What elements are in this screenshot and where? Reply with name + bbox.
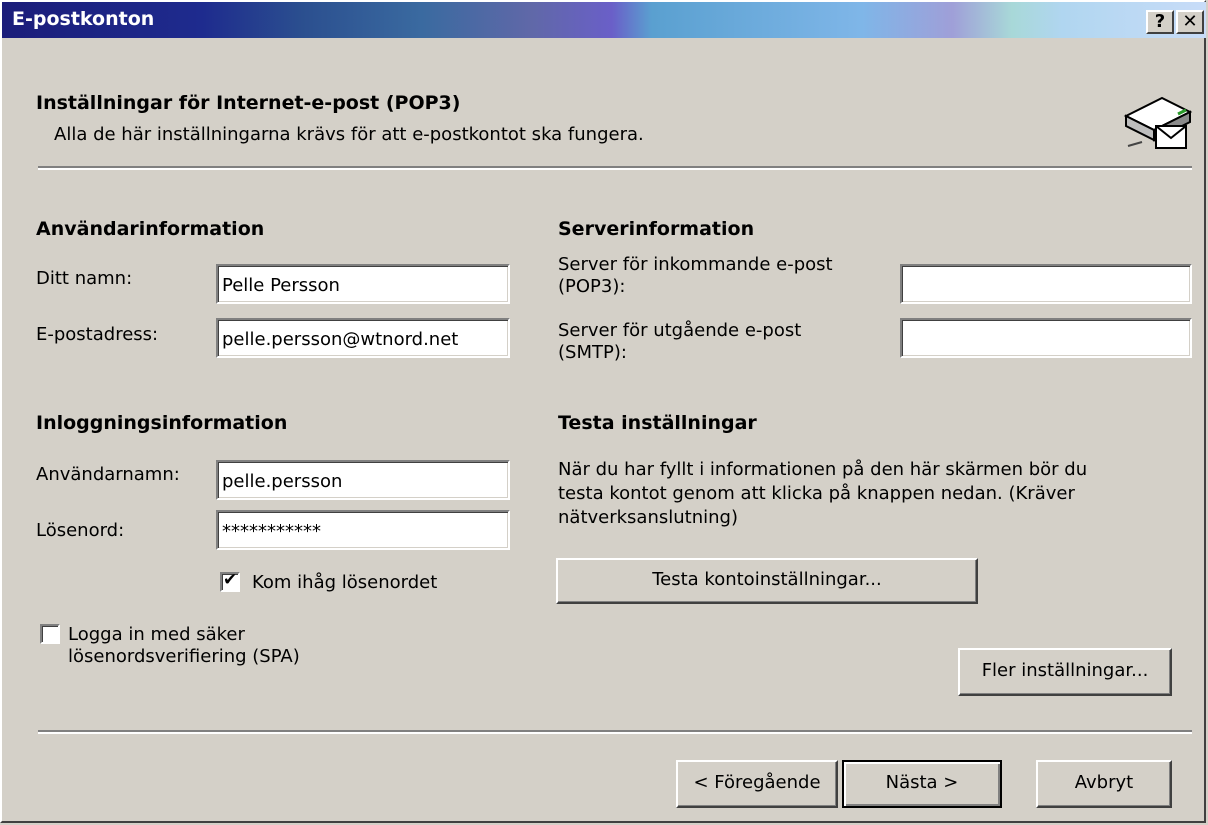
- page-subtitle: Alla de här inställningarna krävs för at…: [54, 124, 644, 145]
- window-title: E-postkonton: [12, 8, 155, 30]
- incoming-server-label-line1: Server för inkommande e-post: [558, 254, 833, 275]
- title-bar: E-postkonton ? ✕: [2, 2, 1206, 38]
- mail-server-icon: [1123, 96, 1193, 149]
- incoming-server-label: Server för inkommande e-post (POP3):: [558, 254, 833, 298]
- spa-label-line1: Logga in med säker: [68, 624, 245, 645]
- test-text-line2: testa kontot genom att klicka på knappen…: [558, 483, 1075, 504]
- page-title: Inställningar för Internet-e-post (POP3): [36, 92, 461, 114]
- checkmark-icon: ✔: [223, 570, 238, 590]
- spa-label-line2: lösenordsverifiering (SPA): [68, 646, 300, 667]
- test-settings-text: När du har fyllt i informationen på den …: [558, 458, 1087, 530]
- server-info-heading: Serverinformation: [558, 218, 755, 240]
- cancel-button[interactable]: Avbryt: [1036, 760, 1172, 808]
- password-value: ***********: [222, 521, 321, 542]
- test-text-line3: nätverksanslutning): [558, 507, 738, 528]
- remember-password-label: Kom ihåg lösenordet: [252, 572, 438, 593]
- outgoing-server-label: Server för utgående e-post (SMTP):: [558, 320, 801, 364]
- login-info-heading: Inloggningsinformation: [36, 412, 288, 434]
- email-label: E-postadress:: [36, 324, 159, 345]
- name-label: Ditt namn:: [36, 268, 133, 289]
- password-field[interactable]: ***********: [216, 510, 510, 550]
- username-value: pelle.persson: [222, 471, 343, 492]
- remember-password-checkbox[interactable]: ✔: [220, 570, 240, 592]
- help-button[interactable]: ?: [1146, 10, 1174, 34]
- password-label: Lösenord:: [36, 520, 125, 541]
- next-button[interactable]: Nästa >: [842, 760, 1002, 808]
- test-text-line1: När du har fyllt i informationen på den …: [558, 459, 1088, 480]
- close-icon: ✕: [1182, 11, 1198, 32]
- back-button[interactable]: < Föregående: [676, 760, 838, 808]
- footer-divider: [38, 730, 1192, 734]
- spa-checkbox[interactable]: [40, 624, 60, 644]
- user-info-heading: Användarinformation: [36, 218, 265, 240]
- name-field[interactable]: Pelle Persson: [216, 264, 510, 304]
- spa-label: Logga in med säker lösenordsverifiering …: [68, 624, 300, 668]
- more-settings-button[interactable]: Fler inställningar...: [958, 648, 1172, 696]
- outgoing-server-label-line1: Server för utgående e-post: [558, 320, 802, 341]
- test-account-button[interactable]: Testa kontoinställningar...: [556, 558, 978, 604]
- test-settings-heading: Testa inställningar: [558, 412, 757, 434]
- account-dialog: E-postkonton ? ✕ Inställningar för Inter…: [0, 0, 1206, 823]
- help-icon: ?: [1154, 11, 1166, 32]
- email-field[interactable]: pelle.persson@wtnord.net: [216, 318, 510, 358]
- incoming-server-label-line2: (POP3):: [558, 276, 626, 297]
- header-divider: [38, 166, 1192, 170]
- outgoing-server-field[interactable]: [900, 318, 1192, 358]
- outgoing-server-label-line2: (SMTP):: [558, 342, 627, 363]
- username-field[interactable]: pelle.persson: [216, 460, 510, 500]
- name-value: Pelle Persson: [222, 275, 340, 296]
- email-value: pelle.persson@wtnord.net: [222, 329, 459, 350]
- username-label: Användarnamn:: [36, 464, 180, 485]
- incoming-server-field[interactable]: [900, 264, 1192, 304]
- close-button[interactable]: ✕: [1176, 10, 1204, 34]
